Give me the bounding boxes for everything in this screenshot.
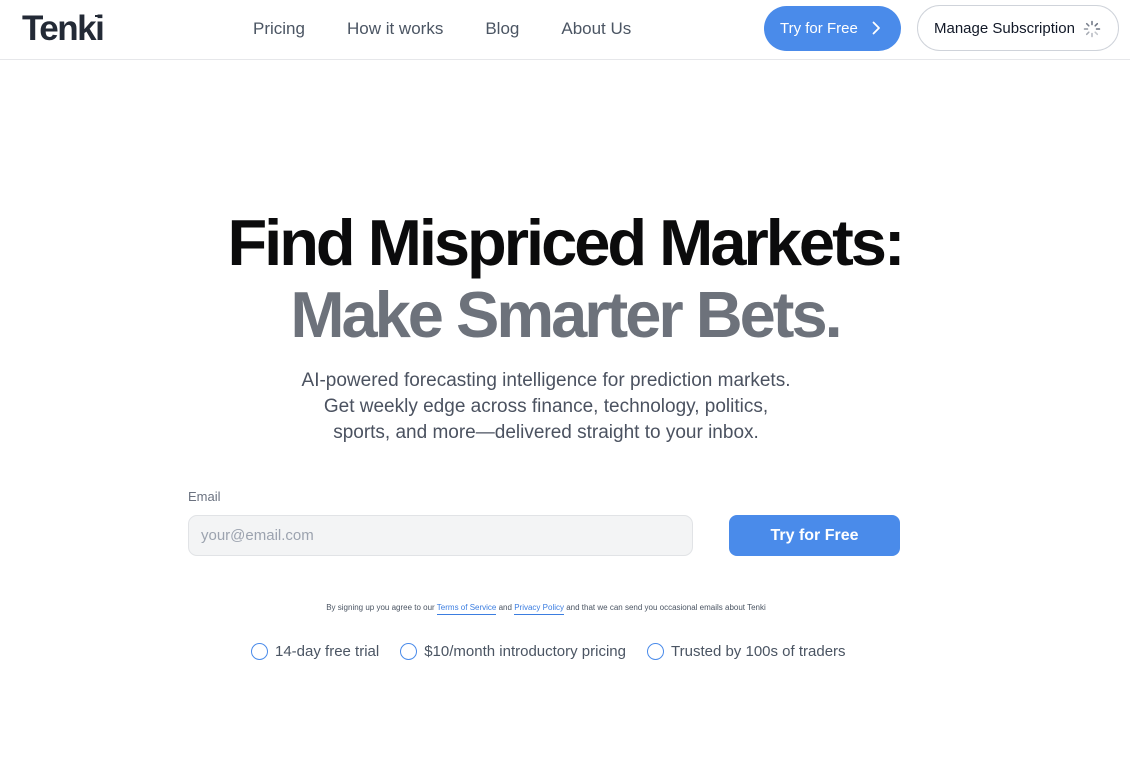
- feature-item: 14-day free trial: [251, 643, 379, 660]
- feature-item: $10/month introductory pricing: [400, 643, 626, 660]
- manage-subscription-button[interactable]: Manage Subscription: [917, 5, 1119, 51]
- logo-text: Tenki: [22, 9, 105, 48]
- legal-suffix: and that we can send you occasional emai…: [566, 603, 766, 612]
- try-for-free-submit-button[interactable]: Try for Free: [729, 515, 900, 556]
- chevron-right-icon: [872, 21, 880, 35]
- nav-link-about-us[interactable]: About Us: [561, 19, 631, 39]
- hero-headline-secondary: Make Smarter Bets.: [290, 278, 842, 351]
- nav-link-how-it-works[interactable]: How it works: [347, 19, 443, 39]
- legal-disclaimer: By signing up you agree to our Terms of …: [0, 603, 1092, 615]
- try-for-free-header-label: Try for Free: [780, 20, 858, 37]
- privacy-policy-link[interactable]: Privacy Policy: [514, 603, 564, 615]
- nav-link-pricing[interactable]: Pricing: [253, 19, 305, 39]
- manage-subscription-label: Manage Subscription: [934, 19, 1075, 37]
- circle-icon: [251, 643, 268, 660]
- main-nav: Pricing How it works Blog About Us: [253, 0, 673, 58]
- legal-and: and: [498, 603, 512, 612]
- loading-spinner-icon: [1083, 20, 1101, 38]
- logo[interactable]: Tenki: [22, 9, 105, 49]
- hero-subtitle-line-1: AI-powered forecasting intelligence for …: [301, 370, 791, 391]
- feature-list: 14-day free trial $10/month introductory…: [251, 643, 867, 660]
- site-header: Tenki Pricing How it works Blog About Us…: [0, 0, 1130, 60]
- email-input[interactable]: [188, 515, 693, 556]
- hero-headline-primary: Find Mispriced Markets:: [227, 206, 905, 279]
- email-label: Email: [188, 489, 221, 504]
- feature-text: 14-day free trial: [275, 643, 380, 660]
- feature-text: Trusted by 100s of traders: [671, 643, 846, 660]
- feature-item: Trusted by 100s of traders: [647, 643, 846, 660]
- legal-prefix: By signing up you agree to our: [326, 603, 435, 612]
- feature-text: $10/month introductory pricing: [424, 643, 626, 660]
- hero-subtitle-line-3: sports, and more—delivered straight to y…: [333, 422, 759, 443]
- circle-icon: [400, 643, 418, 660]
- nav-link-blog[interactable]: Blog: [485, 19, 519, 39]
- try-for-free-header-button[interactable]: Try for Free: [764, 6, 901, 51]
- circle-icon: [647, 643, 664, 660]
- hero-subtitle-line-2: Get weekly edge across finance, technolo…: [323, 396, 769, 417]
- terms-of-service-link[interactable]: Terms of Service: [436, 603, 497, 615]
- logo-accent-bar: [95, 15, 103, 17]
